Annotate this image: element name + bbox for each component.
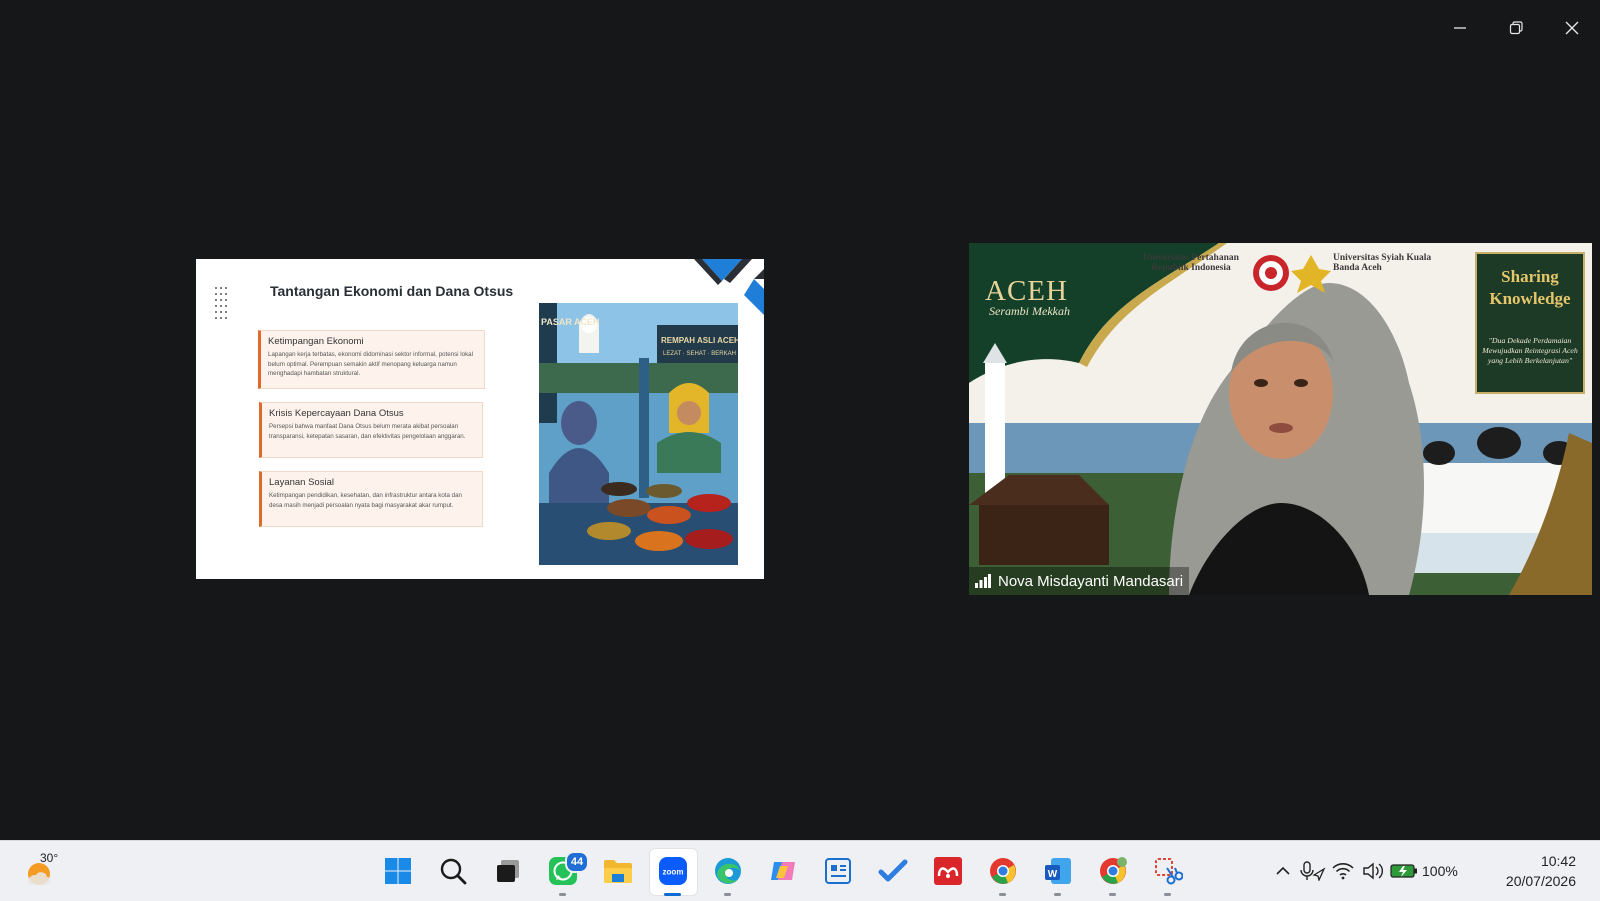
sharing-knowledge-panel: Sharing Knowledge "Dua Dekade Perdamaian … [1475,252,1585,394]
clock-time: 10:42 [1540,853,1576,869]
card-title: Ketimpangan Ekonomi [268,336,364,347]
file-explorer-button[interactable] [590,841,645,901]
word-button[interactable]: W [1030,841,1085,901]
minimize-icon [1454,27,1466,29]
taskbar-apps: 44 zoom W [370,841,1195,901]
copilot-button[interactable] [755,841,810,901]
minimize-button[interactable] [1432,0,1488,56]
snipping-tool-button[interactable] [1140,841,1195,901]
scissors-icon [1154,858,1183,885]
running-indicator [559,893,566,896]
clock-date: 20/07/2026 [1505,873,1576,889]
zoom-button[interactable]: zoom [645,841,700,901]
sign-left: PASAR ACEH [541,317,600,327]
close-icon [1565,21,1579,35]
challenge-card: Krisis Kepercayaan Dana Otsus Persepsi b… [259,402,483,458]
weather-temperature: 30° [40,851,59,865]
news-icon [824,858,851,884]
edge-button[interactable] [700,841,755,901]
running-indicator [1164,893,1171,896]
participant-video-tile[interactable]: ACEH Serambi Mekkah Universitas Pertahan… [969,243,1592,595]
speaker-icon [1363,862,1383,880]
challenge-card: Ketimpangan Ekonomi Lapangan kerja terba… [258,330,485,389]
card-text: Lapangan kerja terbatas, ekonomi didomin… [268,351,473,378]
mendeley-icon [933,857,962,885]
participant-name: Nova Misdayanti Mandasari [998,572,1184,590]
mendeley-button[interactable] [920,841,975,901]
running-indicator [664,893,681,896]
microphone-icon [1300,861,1326,881]
search-icon [440,858,466,885]
taskbar: 30° 44 zoom W 100% 10:42 20/07/2026 [0,840,1600,901]
signal-strength-icon [975,574,991,588]
word-icon: W [1044,858,1071,884]
background-aceh-subtitle: Serambi Mekkah [989,304,1070,318]
panel-subtitle: "Dua Dekade Perdamaian Mewujudkan Reinte… [1482,336,1578,365]
chevron-up-icon [1276,866,1290,875]
card-text: Ketimpangan pendidikan, kesehatan, dan i… [269,492,462,509]
running-indicator [1109,893,1116,896]
weather-widget[interactable]: 30° [24,851,74,891]
edge-icon [714,858,741,884]
volume-button[interactable] [1358,851,1388,891]
background-university-right: Universitas Syiah Kuala Banda Aceh [1333,253,1432,273]
participant-name-bar: Nova Misdayanti Mandasari [969,567,1190,595]
window-controls [1432,0,1600,56]
start-button[interactable] [370,841,425,901]
news-button[interactable] [810,841,865,901]
challenge-card: Layanan Sosial Ketimpangan pendidikan, k… [259,471,483,527]
wifi-button[interactable] [1328,851,1358,891]
chrome-icon [989,858,1016,884]
chrome-profile-button[interactable] [1085,841,1140,901]
system-tray: 100% [1268,841,1468,901]
sign-sub: LEZAT · SEHAT · BERKAH [663,351,736,357]
running-indicator [724,893,731,896]
running-indicator [999,893,1006,896]
card-title: Layanan Sosial [269,477,334,488]
whatsapp-button[interactable]: 44 [535,841,590,901]
wifi-icon [1332,863,1354,880]
card-text: Persepsi bahwa manfaat Dana Otsus belum … [269,423,466,440]
folder-icon [603,860,632,883]
svg-text:zoom: zoom [662,868,683,877]
slide-title: Tantangan Ekonomi dan Dana Otsus [270,283,514,299]
task-view-icon [496,860,519,882]
battery-button[interactable] [1388,851,1420,891]
dot-grid-decoration [215,287,227,319]
battery-percentage: 100% [1422,863,1458,879]
chrome-icon [1099,857,1127,884]
restore-button[interactable] [1488,0,1544,56]
task-view-button[interactable] [480,841,535,901]
checkmark-icon [878,859,907,882]
zoom-icon: zoom [658,857,687,885]
sign-main: REMPAH ASLI ACEH [661,336,738,345]
card-title: Krisis Kepercayaan Dana Otsus [269,408,404,419]
clock[interactable]: 10:42 20/07/2026 [1506,851,1576,891]
close-button[interactable] [1544,0,1600,56]
running-indicator [1054,893,1061,896]
background-university-left: Universitas Pertahanan Republik Indonesi… [1143,253,1239,273]
restore-icon [1509,21,1523,35]
copilot-icon [770,862,795,880]
windows-start-icon [384,858,411,884]
search-button[interactable] [425,841,480,901]
microphone-location-button[interactable] [1298,851,1328,891]
chrome-button[interactable] [975,841,1030,901]
notification-badge: 44 [565,851,589,873]
todo-button[interactable] [865,841,920,901]
shared-screen-slide[interactable]: Tantangan Ekonomi dan Dana Otsus Ketimpa… [196,259,764,579]
svg-text:W: W [1047,869,1057,880]
university-seals-icon [1253,255,1331,293]
show-hidden-icons-button[interactable] [1268,851,1298,891]
panel-title: Sharing Knowledge [1489,267,1571,308]
battery-charging-icon [1390,864,1417,878]
spice-market-image: PASAR ACEH REMPAH ASLI ACEH LEZAT · SEHA… [539,303,738,565]
